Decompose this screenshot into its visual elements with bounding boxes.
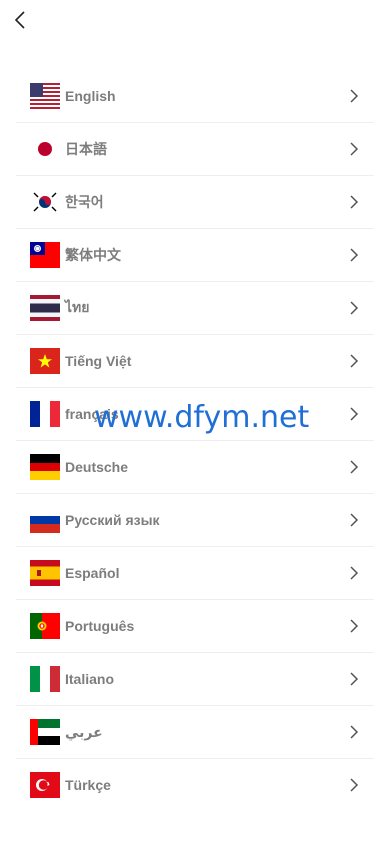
language-label: Türkçe — [65, 777, 111, 793]
language-label: 한국어 — [65, 194, 104, 210]
language-item-vietnamese[interactable]: Tiếng Việt — [16, 335, 374, 388]
italy-flag-icon — [30, 666, 60, 692]
korea-flag-icon — [30, 189, 60, 215]
chevron-right-icon — [350, 725, 359, 739]
turkey-flag-icon — [30, 772, 60, 798]
language-list: English 日本語 한국어 繁体中文 ไทย Tiếng Việt fran… — [16, 70, 374, 811]
language-label: 日本語 — [65, 141, 107, 157]
chevron-right-icon — [350, 89, 359, 103]
language-item-spanish[interactable]: Español — [16, 547, 374, 600]
language-item-portuguese[interactable]: Português — [16, 600, 374, 653]
portugal-flag-icon — [30, 613, 60, 639]
language-item-arabic[interactable]: عربي — [16, 706, 374, 759]
language-item-thai[interactable]: ไทย — [16, 282, 374, 335]
language-item-russian[interactable]: Русский язык — [16, 494, 374, 547]
france-flag-icon — [30, 401, 60, 427]
language-label: عربي — [65, 723, 103, 740]
language-item-japanese[interactable]: 日本語 — [16, 123, 374, 176]
language-item-italian[interactable]: Italiano — [16, 653, 374, 706]
language-item-traditional-chinese[interactable]: 繁体中文 — [16, 229, 374, 282]
language-item-german[interactable]: Deutsche — [16, 441, 374, 494]
uae-flag-icon — [30, 719, 60, 745]
spain-flag-icon — [30, 560, 60, 586]
language-item-korean[interactable]: 한국어 — [16, 176, 374, 229]
watermark: www.dfym.net — [94, 400, 310, 435]
chevron-right-icon — [350, 142, 359, 156]
language-label: 繁体中文 — [65, 247, 121, 263]
us-flag-icon — [30, 83, 60, 109]
chevron-right-icon — [350, 619, 359, 633]
chevron-right-icon — [350, 407, 359, 421]
language-label: Español — [65, 565, 120, 581]
chevron-right-icon — [350, 460, 359, 474]
language-label: Italiano — [65, 671, 115, 687]
chevron-right-icon — [350, 513, 359, 527]
language-label: ไทย — [65, 299, 90, 315]
language-label: Português — [65, 618, 135, 634]
back-button[interactable] — [8, 8, 32, 32]
chevron-right-icon — [350, 778, 359, 792]
language-item-english[interactable]: English — [16, 70, 374, 123]
vietnam-flag-icon — [30, 348, 60, 374]
thailand-flag-icon — [30, 295, 60, 321]
germany-flag-icon — [30, 454, 60, 480]
language-label: Русский язык — [65, 512, 160, 528]
language-label: English — [65, 88, 116, 104]
chevron-right-icon — [350, 248, 359, 262]
chevron-right-icon — [350, 672, 359, 686]
chevron-left-icon — [14, 11, 25, 29]
chevron-right-icon — [350, 195, 359, 209]
language-item-turkish[interactable]: Türkçe — [16, 759, 374, 811]
chevron-right-icon — [350, 566, 359, 580]
language-label: Tiếng Việt — [65, 353, 132, 369]
chevron-right-icon — [350, 301, 359, 315]
russia-flag-icon — [30, 507, 60, 533]
taiwan-flag-icon — [30, 242, 60, 268]
language-label: Deutsche — [65, 459, 129, 475]
japan-flag-icon — [30, 136, 60, 162]
chevron-right-icon — [350, 354, 359, 368]
